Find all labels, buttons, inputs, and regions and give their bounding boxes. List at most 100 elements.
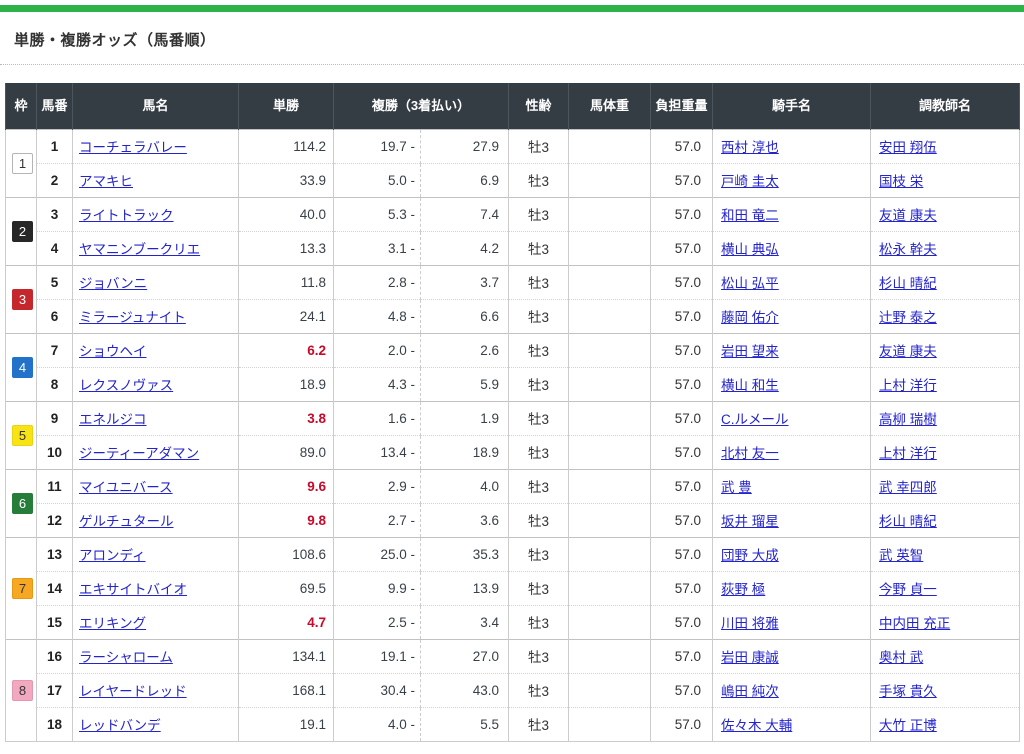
horse-name-link[interactable]: ヤマニンブークリエ	[79, 242, 200, 257]
frame-cell: 2	[5, 196, 37, 265]
jockey-link[interactable]: 川田 将雅	[721, 616, 779, 631]
trainer-link[interactable]: 高柳 瑞樹	[879, 412, 937, 427]
jockey-link[interactable]: 横山 典弘	[721, 242, 779, 257]
horse-name-cell: ラーシャローム	[72, 638, 239, 673]
jockey-link[interactable]: 団野 大成	[721, 548, 779, 563]
load-weight-cell: 57.0	[650, 128, 714, 163]
trainer-link[interactable]: 大竹 正博	[879, 718, 937, 733]
table-row: 15 エリキング 4.7 2.5 -3.4 牡3 57.0 川田 将雅 中内田 充正	[6, 604, 1021, 639]
trainer-link[interactable]: 辻野 泰之	[879, 310, 937, 325]
horse-name-cell: ライトトラック	[72, 196, 239, 231]
horse-weight-cell	[568, 264, 652, 299]
horse-name-link[interactable]: ゲルチュタール	[79, 514, 174, 529]
header-horse-number: 馬番	[36, 83, 73, 129]
horse-name-link[interactable]: エネルジコ	[79, 412, 147, 427]
horse-weight-cell	[568, 196, 652, 231]
horse-name-cell: ゲルチュタール	[72, 502, 239, 537]
jockey-link[interactable]: 坂井 瑠星	[721, 514, 779, 529]
trainer-cell: 上村 洋行	[870, 366, 1021, 401]
place-odds-low-cell: 2.0 -	[333, 332, 421, 367]
place-odds-low-cell: 5.0 -	[333, 162, 421, 197]
frame-cell: 6	[5, 468, 37, 537]
jockey-link[interactable]: 岩田 望来	[721, 344, 779, 359]
sex-age-cell: 牡3	[508, 332, 570, 367]
trainer-link[interactable]: 上村 洋行	[879, 378, 937, 393]
horse-name-link[interactable]: ライトトラック	[79, 208, 174, 223]
jockey-link[interactable]: 佐々木 大輔	[721, 718, 792, 733]
load-weight-cell: 57.0	[650, 332, 714, 367]
trainer-link[interactable]: 武 英智	[879, 548, 923, 563]
table-row: 5 9 エネルジコ 3.8 1.6 -1.9 牡3 57.0 C.ルメール 高柳 瑞樹	[5, 400, 1021, 469]
horse-name-link[interactable]: コーチェラバレー	[79, 140, 187, 155]
jockey-cell: 佐々木 大輔	[712, 706, 872, 741]
win-odds-cell: 168.1	[238, 672, 334, 707]
trainer-link[interactable]: 奥村 武	[879, 650, 923, 665]
trainer-link[interactable]: 手塚 貴久	[879, 684, 937, 699]
load-weight-cell: 57.0	[650, 230, 714, 265]
place-odds-high-cell: 1.9	[420, 400, 510, 435]
horse-name-link[interactable]: ジーティーアダマン	[79, 446, 199, 461]
sex-age-cell: 牡3	[508, 162, 570, 197]
trainer-link[interactable]: 安田 翔伍	[879, 140, 937, 155]
trainer-link[interactable]: 松永 幹夫	[879, 242, 937, 257]
trainer-link[interactable]: 上村 洋行	[879, 446, 937, 461]
jockey-link[interactable]: 武 豊	[721, 480, 752, 495]
jockey-link[interactable]: C.ルメール	[721, 412, 789, 427]
trainer-cell: 安田 翔伍	[870, 128, 1021, 163]
table-row: 7 13 アロンディ 108.6 25.0 -35.3 牡3 57.0 団野 大成武 英智	[5, 536, 1021, 639]
title-divider	[0, 64, 1024, 65]
frame-number-badge: 5	[12, 424, 33, 446]
horse-number-cell: 7	[36, 332, 73, 367]
place-odds-high-cell: 6.9	[420, 162, 510, 197]
horse-name-link[interactable]: ショウヘイ	[79, 344, 147, 359]
horse-name-cell: ジョバンニ	[72, 264, 239, 299]
win-odds-cell: 69.5	[238, 570, 334, 605]
trainer-link[interactable]: 今野 貞一	[879, 582, 937, 597]
horse-name-link[interactable]: ミラージュナイト	[79, 310, 186, 325]
horse-name-link[interactable]: エキサイトバイオ	[79, 582, 187, 597]
jockey-link[interactable]: 和田 竜二	[721, 208, 779, 223]
jockey-link[interactable]: 松山 弘平	[721, 276, 779, 291]
trainer-link[interactable]: 中内田 充正	[879, 616, 950, 631]
horse-name-link[interactable]: アロンディ	[79, 548, 146, 563]
jockey-cell: 北村 友一	[712, 434, 872, 469]
frame-cell: 3	[5, 264, 37, 333]
horse-name-link[interactable]: アマキヒ	[79, 174, 133, 189]
jockey-link[interactable]: 岩田 康誠	[721, 650, 779, 665]
jockey-cell: 和田 竜二	[712, 196, 872, 231]
horse-name-link[interactable]: エリキング	[79, 616, 146, 631]
jockey-cell: 横山 典弘	[712, 230, 872, 265]
horse-weight-cell	[568, 468, 652, 503]
win-odds-cell: 89.0	[238, 434, 334, 469]
jockey-link[interactable]: 荻野 極	[721, 582, 765, 597]
jockey-link[interactable]: 北村 友一	[721, 446, 779, 461]
trainer-link[interactable]: 杉山 晴紀	[879, 514, 937, 529]
table-row: 6 11 マイユニバース 9.6 2.9 -4.0 牡3 57.0 武 豊 武 幸四郎	[5, 468, 1021, 537]
horse-name-link[interactable]: レッドバンデ	[79, 718, 161, 733]
trainer-link[interactable]: 国枝 栄	[879, 174, 923, 189]
jockey-link[interactable]: 嶋田 純次	[721, 684, 779, 699]
trainer-link[interactable]: 武 幸四郎	[879, 480, 937, 495]
horse-name-link[interactable]: ラーシャローム	[79, 650, 173, 665]
jockey-link[interactable]: 横山 和生	[721, 378, 779, 393]
trainer-link[interactable]: 友道 康夫	[879, 208, 937, 223]
trainer-link[interactable]: 杉山 晴紀	[879, 276, 937, 291]
place-odds-low-cell: 4.3 -	[333, 366, 421, 401]
place-odds-low-cell: 25.0 -	[333, 536, 421, 571]
sex-age-cell: 牡3	[508, 604, 570, 639]
trainer-link[interactable]: 友道 康夫	[879, 344, 937, 359]
horse-name-link[interactable]: レクスノヴァス	[79, 378, 173, 393]
header-waku: 枠	[5, 83, 37, 129]
win-odds-cell: 114.2	[238, 128, 334, 163]
jockey-link[interactable]: 戸崎 圭太	[721, 174, 779, 189]
load-weight-cell: 57.0	[650, 366, 714, 401]
trainer-cell: 奥村 武	[870, 638, 1021, 673]
jockey-link[interactable]: 藤岡 佑介	[721, 310, 779, 325]
horse-name-link[interactable]: ジョバンニ	[79, 276, 147, 291]
horse-name-link[interactable]: レイヤードレッド	[79, 684, 187, 699]
jockey-link[interactable]: 西村 淳也	[721, 140, 779, 155]
horse-name-link[interactable]: マイユニバース	[79, 480, 173, 495]
table-row: 18 レッドバンデ 19.1 4.0 -5.5 牡3 57.0 佐々木 大輔 大竹 正博	[6, 706, 1021, 741]
place-odds-low-cell: 4.8 -	[333, 298, 421, 333]
horse-number-cell: 15	[36, 604, 73, 639]
